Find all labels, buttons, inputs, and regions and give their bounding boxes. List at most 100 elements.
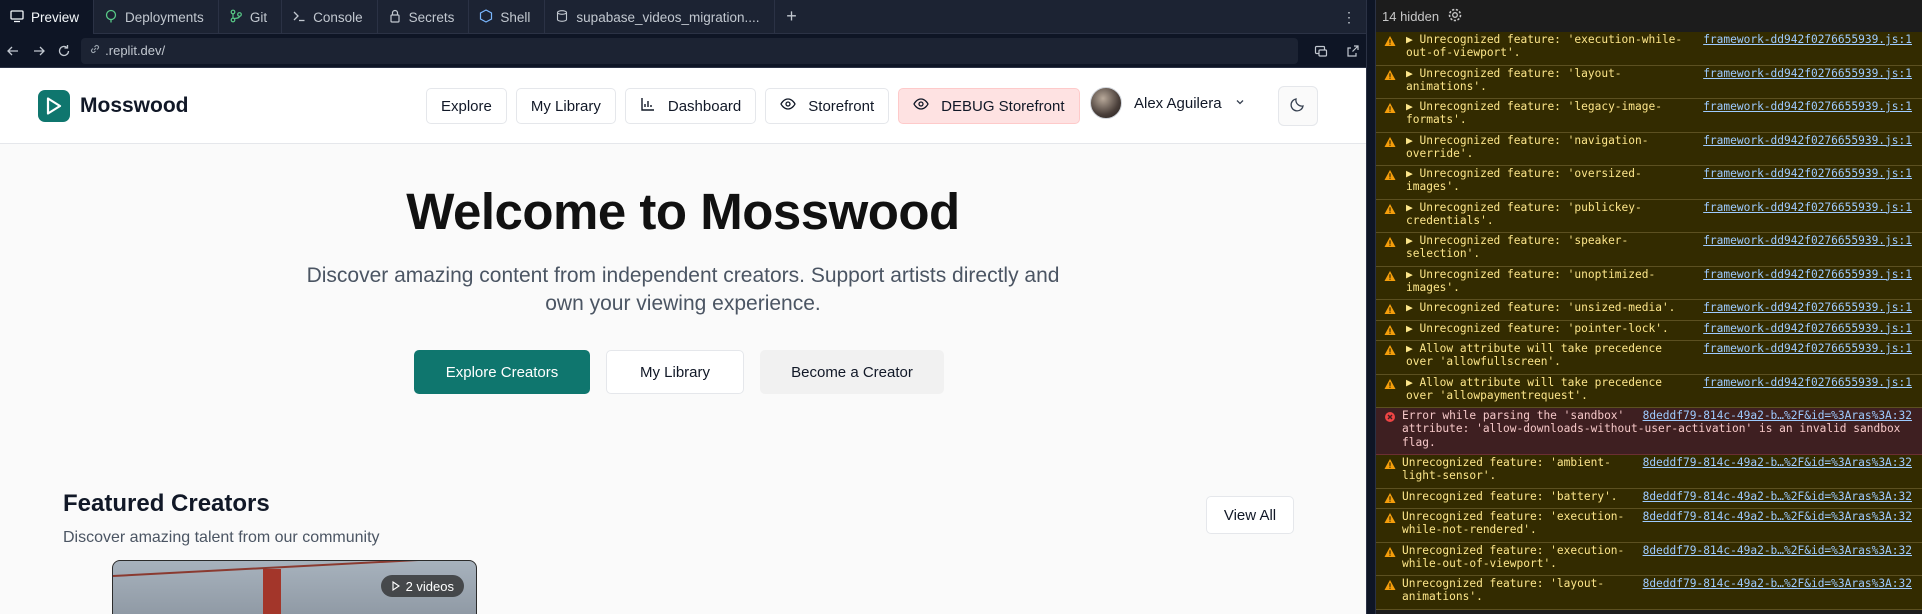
tab-label: supabase_videos_migration.... — [576, 9, 760, 25]
shell-icon — [479, 8, 493, 26]
avatar — [1090, 87, 1122, 119]
user-menu[interactable]: Alex Aguilera — [1090, 87, 1246, 119]
forward-icon[interactable] — [26, 38, 52, 64]
console-source-link[interactable]: 8deddf79-814c-49a2-b…%2F&id=%3Aras%3A:32 — [1643, 544, 1912, 557]
chevron-down-icon — [1234, 95, 1246, 112]
warning-icon — [1384, 203, 1396, 215]
pane-divider[interactable] — [1366, 0, 1376, 614]
view-all-button[interactable]: View All — [1206, 496, 1294, 534]
nav-my-library[interactable]: My Library — [515, 88, 616, 124]
console-message: ▶ Unrecognized feature: 'unoptimized- im… — [1406, 267, 1656, 294]
console-source-link[interactable]: 8deddf79-814c-49a2-b…%2F&id=%3Aras%3A:32 — [1643, 510, 1912, 523]
console-source-link[interactable]: 8deddf79-814c-49a2-b…%2F&id=%3Aras%3A:32 — [1643, 456, 1912, 469]
console-warning-entry[interactable]: ▶ Unrecognized feature: 'unoptimized- im… — [1376, 266, 1922, 300]
console-message: Unrecognized feature: 'execution- while-… — [1402, 543, 1625, 570]
eye-icon — [913, 96, 929, 116]
console-message: ▶ Unrecognized feature: 'layout- animati… — [1406, 66, 1622, 93]
console-source-link[interactable]: framework-dd942f0276655939.js:1 — [1703, 100, 1912, 113]
preview-url-bar: .replit.dev/ — [0, 34, 1366, 68]
console-source-link[interactable]: framework-dd942f0276655939.js:1 — [1703, 67, 1912, 80]
console-warning-entry[interactable]: ▶ Unrecognized feature: 'legacy-image- f… — [1376, 99, 1922, 133]
console-message: Unrecognized feature: 'execution- while-… — [1402, 510, 1625, 537]
tab-git[interactable]: Git — [219, 0, 283, 34]
nav-dashboard[interactable]: Dashboard — [624, 88, 757, 124]
console-warning-entry[interactable]: Unrecognized feature: 'battery'. 8deddf79… — [1376, 488, 1922, 509]
console-source-link[interactable]: framework-dd942f0276655939.js:1 — [1703, 322, 1912, 335]
console-source-link[interactable]: 8deddf79-814c-49a2-b…%2F&id=%3Aras%3A:32 — [1643, 577, 1912, 590]
console-warning-entry[interactable]: ▶ Unrecognized feature: 'layout- animati… — [1376, 65, 1922, 99]
console-warning-entry[interactable]: Unrecognized feature: 'ambient- light-se… — [1376, 455, 1922, 489]
tab-secrets[interactable]: Secrets — [378, 0, 470, 34]
console-icon — [292, 9, 306, 26]
explore-creators-button[interactable]: Explore Creators — [414, 350, 590, 394]
console-warning-entry[interactable]: Unrecognized feature: 'execution- while-… — [1376, 509, 1922, 543]
warning-icon — [1384, 102, 1396, 114]
console-source-link[interactable]: framework-dd942f0276655939.js:1 — [1703, 301, 1912, 314]
back-icon[interactable] — [0, 38, 26, 64]
hero-subtitle: Discover amazing content from independen… — [306, 264, 1060, 315]
my-library-button[interactable]: My Library — [606, 350, 744, 394]
console-warning-entry[interactable]: ▶ Unrecognized feature: 'pointer-lock'. f… — [1376, 320, 1922, 341]
console-warning-entry[interactable]: ▶ Unrecognized feature: 'execution-while… — [1376, 32, 1922, 66]
console-warning-entry[interactable]: Unrecognized feature: 'layout- animation… — [1376, 576, 1922, 610]
console-message: ▶ Unrecognized feature: 'oversized- imag… — [1406, 167, 1642, 194]
console-warning-entry[interactable]: Unrecognized feature: 'execution- while-… — [1376, 542, 1922, 576]
console-warning-entry[interactable]: ▶ Allow attribute will take precedence o… — [1376, 341, 1922, 375]
console-source-link[interactable]: framework-dd942f0276655939.js:1 — [1703, 201, 1912, 214]
console-warning-entry[interactable]: ▶ Unrecognized feature: 'speaker- select… — [1376, 233, 1922, 267]
console-source-link[interactable]: 8deddf79-814c-49a2-b…%2F&id=%3Aras%3A:32 — [1643, 409, 1912, 422]
devtools-icon[interactable] — [1308, 38, 1334, 64]
console-source-link[interactable]: framework-dd942f0276655939.js:1 — [1703, 33, 1912, 46]
tab-deployments[interactable]: Deployments — [94, 0, 219, 34]
become-creator-button[interactable]: Become a Creator — [760, 350, 944, 394]
console-source-link[interactable]: framework-dd942f0276655939.js:1 — [1703, 268, 1912, 281]
console-warning-entry[interactable]: ▶ Unrecognized feature: 'navigation- ove… — [1376, 132, 1922, 166]
url-input[interactable]: .replit.dev/ — [81, 37, 1298, 64]
git-icon — [229, 9, 243, 26]
warning-icon — [1384, 458, 1396, 470]
console-source-link[interactable]: framework-dd942f0276655939.js:1 — [1703, 167, 1912, 180]
more-options-icon[interactable]: ⋮ — [1342, 9, 1356, 26]
warning-icon — [1384, 35, 1396, 47]
nav-label: Storefront — [808, 97, 875, 115]
brand-logo[interactable]: Mosswood — [38, 89, 189, 122]
warning-icon — [1384, 270, 1396, 282]
tab-preview[interactable]: Preview — [0, 0, 95, 34]
nav-storefront[interactable]: Storefront — [765, 88, 890, 124]
open-new-tab-icon[interactable] — [1340, 38, 1366, 64]
console-message: ▶ Unrecognized feature: 'unsized-media'. — [1406, 301, 1676, 314]
tab-console[interactable]: Console — [282, 0, 378, 34]
tab-shell[interactable]: Shell — [469, 0, 546, 34]
creator-card[interactable]: 2 videos — [112, 560, 477, 614]
preview-frame: Mosswood Explore My Library Dashboard St… — [0, 68, 1366, 614]
nav-debug-storefront[interactable]: DEBUG Storefront — [898, 88, 1080, 124]
console-source-link[interactable]: 8deddf79-814c-49a2-b…%2F&id=%3Aras%3A:32 — [1643, 490, 1912, 503]
console-message: ▶ Allow attribute will take precedence o… — [1406, 375, 1662, 402]
warning-icon — [1384, 169, 1396, 181]
theme-toggle-button[interactable] — [1278, 86, 1318, 126]
console-warning-entry[interactable]: ▶ Unrecognized feature: 'oversized- imag… — [1376, 166, 1922, 200]
tab-label: Deployments — [125, 9, 204, 25]
console-warning-entry[interactable]: ▶ Unrecognized feature: 'publickey- cred… — [1376, 199, 1922, 233]
console-source-link[interactable]: framework-dd942f0276655939.js:1 — [1703, 342, 1912, 355]
add-tab-button[interactable]: + — [775, 0, 809, 33]
console-source-link[interactable]: framework-dd942f0276655939.js:1 — [1703, 376, 1912, 389]
console-message: ▶ Unrecognized feature: 'navigation- ove… — [1406, 133, 1649, 160]
gear-icon[interactable] — [1447, 7, 1463, 26]
console-warning-entry[interactable]: ▶ Unrecognized feature: 'unsized-media'.… — [1376, 300, 1922, 321]
site-header: Mosswood Explore My Library Dashboard St… — [0, 68, 1366, 144]
console-source-link[interactable]: framework-dd942f0276655939.js:1 — [1703, 134, 1912, 147]
console-error-entry[interactable]: Error while parsing the 'sandbox' attrib… — [1376, 408, 1922, 455]
tab-migration-file[interactable]: supabase_videos_migration.... — [545, 0, 775, 34]
nav-explore[interactable]: Explore — [426, 88, 507, 124]
warning-icon — [1384, 378, 1396, 390]
warning-icon — [1384, 512, 1396, 524]
console-log-list: ▶ Unrecognized feature: 'execution-while… — [1376, 32, 1922, 610]
reload-icon[interactable] — [51, 38, 77, 64]
ide-tab-bar: Preview Deployments Git Console Secrets … — [0, 0, 1366, 34]
console-message: Unrecognized feature: 'ambient- light-se… — [1402, 456, 1611, 483]
console-warning-entry[interactable]: ▶ Allow attribute will take precedence o… — [1376, 374, 1922, 408]
user-name: Alex Aguilera — [1134, 94, 1222, 112]
console-message: ▶ Unrecognized feature: 'speaker- select… — [1406, 234, 1629, 261]
console-source-link[interactable]: framework-dd942f0276655939.js:1 — [1703, 234, 1912, 247]
